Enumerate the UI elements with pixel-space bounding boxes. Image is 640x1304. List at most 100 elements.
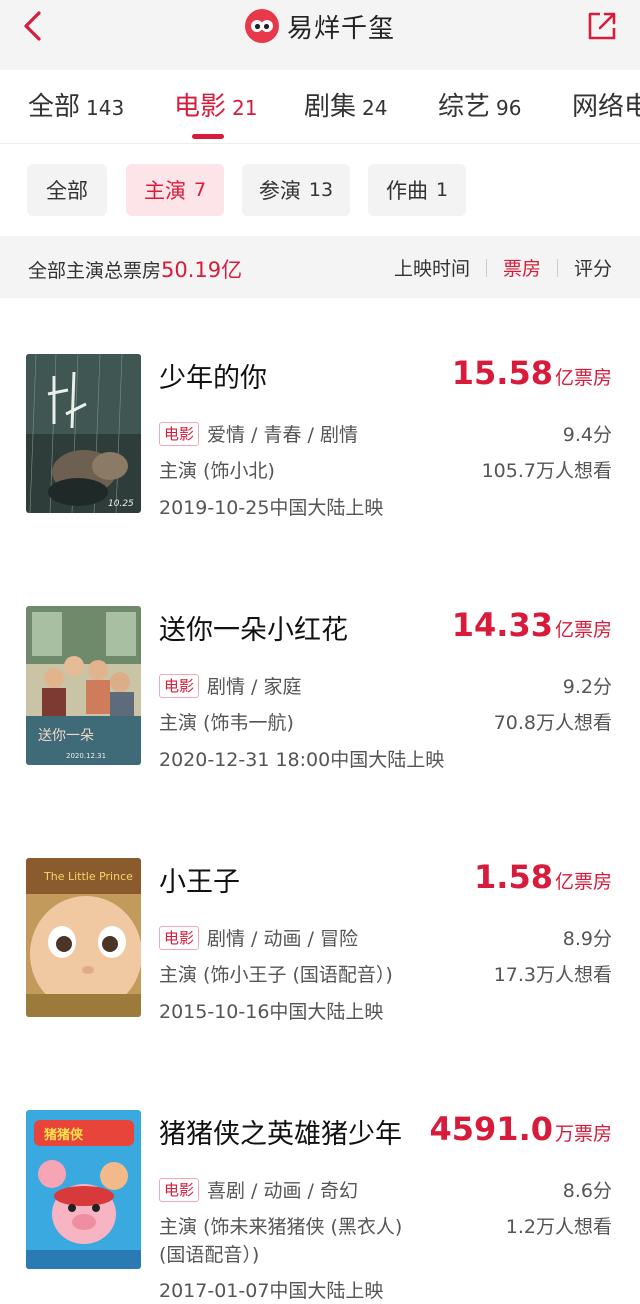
rating: 9.2分 [562,676,612,698]
genres: 剧情 / 家庭 [207,676,302,698]
tab-count: 21 [232,96,258,120]
box-office-unit: 亿票房 [554,871,612,893]
rating: 9.4分 [562,424,612,446]
chip-label: 主演 [143,179,186,203]
svg-text:猪猪侠: 猪猪侠 [43,1127,84,1143]
release-date: 2015-10-16中国大陆上映 [159,1001,384,1023]
chip-label: 参演 [258,179,301,203]
tab-label: 电影 [174,92,227,122]
box-office: 14.33 亿票房 [452,606,612,644]
movie-poster[interactable]: 送你一朵 2020.12.31 [26,606,141,765]
chip-count: 13 [308,179,334,201]
rating: 8.9分 [562,928,612,950]
tab-series[interactable]: 剧集 24 [304,86,387,126]
total-box-office-value: 50.19亿 [161,258,243,282]
chip-label: 全部 [46,179,88,203]
tab-count: 96 [496,96,522,120]
poster-date: 10.25 [108,499,134,509]
box-office-unit: 万票房 [554,1123,612,1145]
page-title: 易烊千玺 [286,13,395,44]
total-box-office: 全部主演总票房50.19亿 [28,254,242,284]
tab-web-movies[interactable]: 网络电 [572,86,640,126]
chip-composer[interactable]: 作曲 1 [368,164,466,216]
genres: 爱情 / 青春 / 剧情 [207,424,358,446]
genre-row: 电影 剧情 / 家庭 [159,672,302,699]
release-date: 2019-10-25中国大陆上映 [159,497,384,519]
want-to-see-count: 70.8万人想看 [493,712,612,734]
box-office: 4591.0 万票房 [430,1110,613,1148]
movie-poster[interactable]: 猪猪侠 [26,1110,141,1269]
type-badge: 电影 [159,421,200,446]
top-bar: 易烊千玺 [0,0,640,70]
movie-title: 小王子 [159,867,240,898]
divider [556,258,558,277]
active-tab-indicator [192,134,224,139]
box-office-value: 15.58 [451,354,553,392]
box-office: 1.58 亿票房 [474,858,612,896]
want-to-see-count: 1.2万人想看 [505,1216,612,1238]
tab-label: 网络电 [572,92,640,122]
genre-row: 电影 剧情 / 动画 / 冒险 [159,924,358,951]
movie-list: 10.25 少年的你 15.58 亿票房 电影 爱情 / 青春 / 剧情 9.4… [0,298,640,1304]
role: 主演 (饰未来猪猪侠 (黑衣人) [159,1216,403,1238]
role-filter-chips: 全部 主演 7 参演 13 作曲 1 [0,144,640,236]
box-office-value: 1.58 [474,858,553,896]
chip-label: 作曲 [385,179,428,203]
tab-label: 剧集 [304,92,357,122]
box-office-value: 4591.0 [429,1110,553,1148]
release-date: 2017-01-07中国大陆上映 [159,1280,384,1302]
genre-row: 电影 爱情 / 青春 / 剧情 [159,420,358,447]
chip-lead[interactable]: 主演 7 [126,164,224,216]
role: 主演 (饰小王子 (国语配音）) [159,964,393,986]
movie-title: 少年的你 [159,363,267,394]
rating: 8.6分 [562,1180,612,1202]
chip-count: 7 [193,179,207,201]
sort-options: 上映时间 票房 评分 [394,254,612,281]
role: 主演 (饰小北) [159,460,275,482]
movie-poster[interactable]: 10.25 [26,354,141,513]
sort-by-box-office[interactable]: 票房 [503,254,541,281]
tab-count: 143 [86,96,125,120]
role-continued: (国语配音）) [159,1244,260,1266]
genre-row: 电影 喜剧 / 动画 / 奇幻 [159,1176,358,1203]
chip-all[interactable]: 全部 [27,164,107,216]
type-badge: 电影 [159,1177,200,1202]
box-office: 15.58 亿票房 [452,354,612,392]
movie-item[interactable]: The Little Prince 小王子 1.58 亿票房 电影 剧情 / 动… [0,858,640,1098]
header-title-group: 易烊千玺 [0,8,640,44]
chip-supporting[interactable]: 参演 13 [242,164,350,216]
tab-variety[interactable]: 综艺 96 [438,86,521,126]
svg-text:送你一朵: 送你一朵 [38,728,94,744]
tab-all[interactable]: 全部 143 [28,86,124,126]
movie-item[interactable]: 送你一朵 2020.12.31 送你一朵小红花 14.33 亿票房 电影 剧情 … [0,606,640,846]
box-office-unit: 亿票房 [554,367,612,389]
box-office-unit: 亿票房 [554,619,612,641]
tab-movies[interactable]: 电影 21 [174,86,257,126]
genres: 剧情 / 动画 / 冒险 [207,928,358,950]
sort-by-rating[interactable]: 评分 [574,254,612,281]
release-date: 2020-12-31 18:00中国大陆上映 [159,749,445,771]
movie-title: 送你一朵小红花 [159,615,348,646]
type-badge: 电影 [159,925,200,950]
svg-text:The Little Prince: The Little Prince [43,870,133,883]
share-button[interactable] [584,8,620,44]
genres: 喜剧 / 动画 / 奇幻 [207,1180,358,1202]
category-tabs: 全部 143 电影 21 剧集 24 综艺 96 网络电 [0,70,640,144]
want-to-see-count: 17.3万人想看 [493,964,612,986]
sort-by-release[interactable]: 上映时间 [394,254,470,281]
tab-count: 24 [362,96,388,120]
want-to-see-count: 105.7万人想看 [481,460,612,482]
tab-label: 全部 [28,92,81,122]
app-logo-icon [244,9,279,43]
movie-item[interactable]: 猪猪侠 猪猪侠之英雄猪少年 4591.0 万票房 电影 喜剧 / 动画 / 奇幻… [0,1110,640,1304]
summary-bar: 全部主演总票房50.19亿 上映时间 票房 评分 [0,236,640,298]
movie-item[interactable]: 10.25 少年的你 15.58 亿票房 电影 爱情 / 青春 / 剧情 9.4… [0,354,640,594]
poster-date: 2020.12.31 [66,752,106,760]
movie-poster[interactable]: The Little Prince [26,858,141,1017]
role: 主演 (饰韦一航) [159,712,294,734]
tab-label: 综艺 [438,92,491,122]
movie-title: 猪猪侠之英雄猪少年 [159,1119,402,1150]
share-icon [588,12,616,40]
total-box-office-label: 全部主演总票房 [28,260,162,282]
chip-count: 1 [435,179,449,201]
